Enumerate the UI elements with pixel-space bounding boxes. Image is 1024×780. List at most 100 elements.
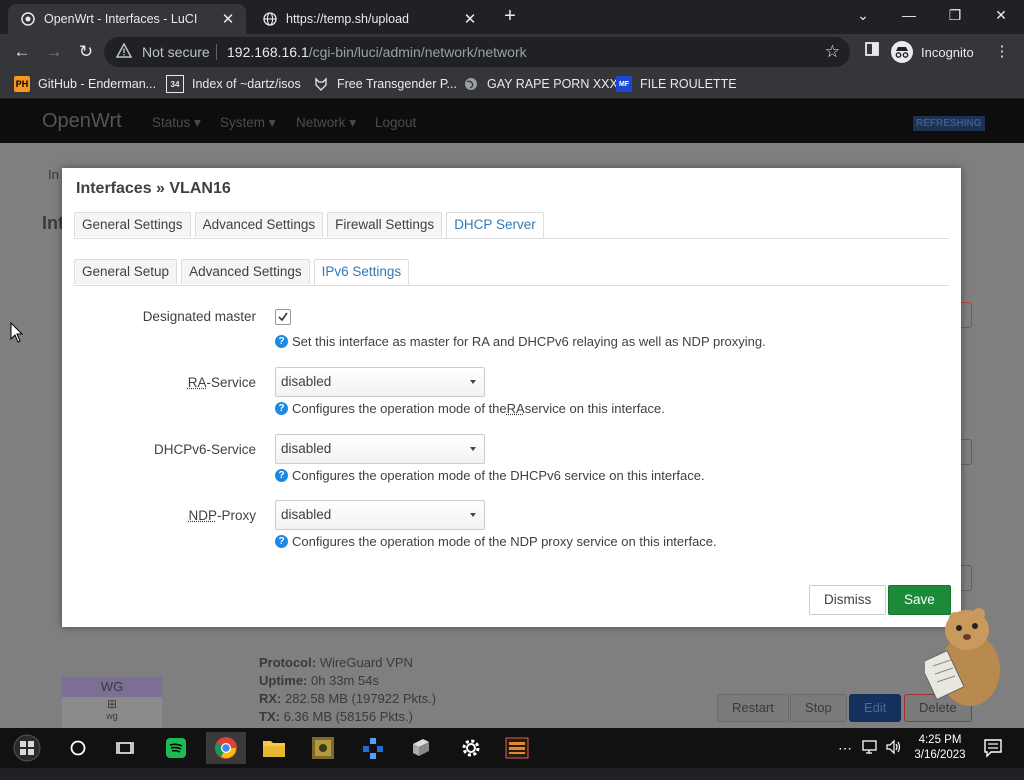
help-icon: ? (275, 469, 288, 482)
search-circle-icon[interactable] (62, 732, 94, 764)
dhcpv6-service-help: ? Configures the operation mode of the D… (275, 468, 705, 483)
sub-tabs: General Setup Advanced Settings IPv6 Set… (74, 259, 949, 286)
menu-kebab-icon[interactable]: ⋮ (992, 42, 1012, 62)
bookmark-star-icon[interactable]: ☆ (825, 42, 840, 62)
luci-page: OpenWrt Status ▾ System ▾ Network ▾ Logo… (0, 99, 1024, 729)
page-title: Int (42, 213, 64, 234)
mouse-cursor-icon (10, 322, 24, 344)
network-app-icon[interactable] (357, 732, 389, 764)
incognito-icon (891, 41, 913, 63)
tab-title: https://temp.sh/upload (286, 12, 460, 26)
main-tabs: General Settings Advanced Settings Firew… (74, 212, 949, 239)
menu-system[interactable]: System ▾ (220, 115, 276, 131)
reload-icon[interactable]: ↻ (75, 41, 97, 63)
show-hidden-icons-icon[interactable]: ⋯ (838, 740, 852, 780)
minimize-icon[interactable]: — (895, 4, 923, 26)
bookmark-label: FILE ROULETTE (640, 77, 737, 91)
tab-dhcp-server[interactable]: DHCP Server (446, 212, 544, 238)
bookmark-globe[interactable]: GAY RAPE PORN XXX (463, 75, 618, 93)
stop-button[interactable]: Stop (790, 694, 847, 722)
dhcpv6-service-select[interactable]: disabled (275, 434, 485, 464)
security-label[interactable]: Not secure (142, 44, 210, 60)
openwrt-favicon-icon (20, 11, 36, 27)
bookmark-label: Free Transgender P... (337, 77, 457, 91)
hamster-sticker-icon (925, 600, 1005, 710)
ra-service-select[interactable]: disabled (275, 367, 485, 397)
designated-master-label: Designated master (143, 309, 256, 324)
ra-service-label: RA-Service (188, 375, 256, 390)
interface-badge: WG (62, 677, 162, 697)
menu-status[interactable]: Status ▾ (152, 115, 201, 131)
bookmark-label: GAY RAPE PORN XXX (487, 77, 618, 91)
dismiss-button[interactable]: Dismiss (809, 585, 886, 615)
close-tab-icon[interactable]: ✕ (218, 9, 238, 29)
address-bar[interactable]: Not secure 192.168.16.1/cgi-bin/luci/adm… (104, 37, 850, 67)
clock-time: 4:25 PM (905, 733, 975, 748)
bookmark-index-isos[interactable]: 34 Index of ~dartz/isos (166, 75, 301, 93)
bookmark-label: GitHub - Enderman... (38, 77, 156, 91)
interface-card: WG ⊞ wg (62, 677, 162, 729)
menu-logout[interactable]: Logout (375, 115, 416, 130)
start-button[interactable] (8, 732, 46, 764)
server-app-icon[interactable] (405, 732, 437, 764)
spotify-icon[interactable] (160, 732, 192, 764)
notification-center-icon[interactable] (983, 738, 1003, 778)
forward-icon[interactable]: → (43, 41, 65, 63)
back-icon[interactable]: ← (11, 41, 33, 63)
help-icon: ? (275, 402, 288, 415)
tab-openwrt[interactable]: OpenWrt - Interfaces - LuCI ✕ (8, 4, 246, 34)
volume-icon[interactable] (885, 739, 903, 779)
bookmark-label: Index of ~dartz/isos (192, 77, 301, 91)
subtab-ipv6-settings[interactable]: IPv6 Settings (314, 259, 410, 285)
ndp-proxy-select[interactable]: disabled (275, 500, 485, 530)
luci-header: OpenWrt Status ▾ System ▾ Network ▾ Logo… (0, 99, 1024, 143)
restore-icon[interactable]: ❐ (941, 4, 969, 26)
restart-button[interactable]: Restart (717, 694, 789, 722)
tab-temp-sh[interactable]: https://temp.sh/upload ✕ (250, 4, 488, 34)
bookmarks-bar: PH GitHub - Enderman... 34 Index of ~dar… (0, 70, 1024, 99)
bookmark-file-roulette[interactable]: MF FILE ROULETTE (616, 75, 737, 93)
close-window-icon[interactable]: ✕ (987, 4, 1015, 26)
bookmark-free-trans[interactable]: Free Transgender P... (313, 75, 457, 93)
tab-title: OpenWrt - Interfaces - LuCI (44, 12, 218, 26)
ra-service-help: ? Configures the operation mode of the R… (275, 401, 665, 416)
new-tab-button[interactable]: + (500, 6, 520, 26)
clock[interactable]: 4:25 PM 3/16/2023 (905, 733, 975, 773)
browser-tab-strip: OpenWrt - Interfaces - LuCI ✕ https://te… (0, 0, 1024, 34)
bookmark-github[interactable]: PH GitHub - Enderman... (14, 75, 156, 93)
luci-brand[interactable]: OpenWrt (42, 110, 122, 133)
windows-taskbar: ⋯ 4:25 PM 3/16/2023 (0, 728, 1024, 768)
file-explorer-icon[interactable] (258, 732, 290, 764)
close-tab-icon[interactable]: ✕ (460, 9, 480, 29)
settings-gear-icon[interactable] (455, 732, 487, 764)
url-host: 192.168.16.1 (227, 44, 309, 60)
tab-advanced-settings[interactable]: Advanced Settings (195, 212, 324, 237)
tab-search-icon[interactable]: ⌄ (849, 4, 877, 26)
media-app-icon[interactable] (501, 732, 533, 764)
url-path: /cgi-bin/luci/admin/network/network (309, 44, 527, 60)
incognito-profile-button[interactable]: Incognito (891, 39, 974, 65)
edit-button[interactable]: Edit (849, 694, 901, 722)
designated-master-checkbox[interactable] (275, 309, 291, 325)
dhcpv6-service-label: DHCPv6-Service (154, 442, 256, 457)
url-text[interactable]: 192.168.16.1/cgi-bin/luci/admin/network/… (227, 44, 527, 60)
interface-icon: ⊞ (62, 697, 162, 711)
game-app-icon[interactable] (307, 732, 339, 764)
interface-status: Protocol: WireGuard VPN Uptime: 0h 33m 5… (259, 654, 436, 726)
tab-firewall-settings[interactable]: Firewall Settings (327, 212, 442, 237)
task-view-icon[interactable] (109, 732, 141, 764)
tab-general-settings[interactable]: General Settings (74, 212, 191, 237)
network-icon[interactable] (862, 739, 880, 779)
chrome-icon[interactable] (206, 732, 246, 764)
warning-icon[interactable] (116, 43, 134, 61)
modal-title: Interfaces » VLAN16 (76, 180, 231, 198)
refreshing-badge[interactable]: REFRESHING (913, 116, 985, 131)
designated-master-help: ? Set this interface as master for RA an… (275, 334, 766, 349)
menu-network[interactable]: Network ▾ (296, 115, 356, 131)
side-panel-icon[interactable] (862, 42, 882, 62)
browser-toolbar: ← → ↻ Not secure 192.168.16.1/cgi-bin/lu… (0, 34, 1024, 70)
subtab-advanced-settings[interactable]: Advanced Settings (181, 259, 310, 284)
help-icon: ? (275, 335, 288, 348)
subtab-general-setup[interactable]: General Setup (74, 259, 177, 284)
interface-modal: Interfaces » VLAN16 General Settings Adv… (62, 168, 961, 627)
